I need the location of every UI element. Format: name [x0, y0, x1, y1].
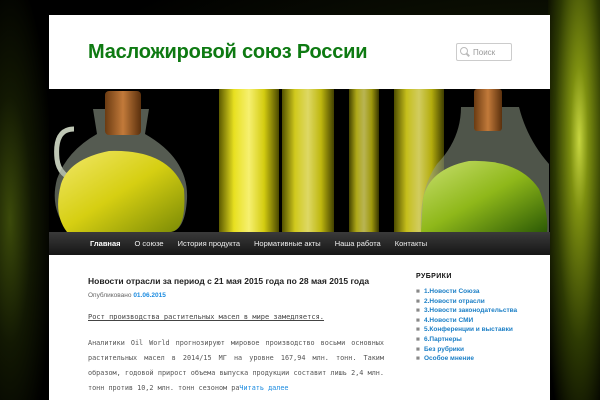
category-item[interactable]: ■ 4.Новости СМИ	[416, 316, 536, 326]
category-item[interactable]: ■ Особое мнение	[416, 354, 536, 364]
site-title[interactable]: Масложировой союз России	[88, 41, 368, 64]
bullet-icon: ■	[416, 335, 420, 343]
search-input[interactable]: Поиск	[456, 43, 512, 61]
category-label[interactable]: 5.Конференции и выставки	[424, 325, 513, 335]
category-label[interactable]: Особое мнение	[424, 354, 474, 364]
category-label[interactable]: 4.Новости СМИ	[424, 316, 473, 326]
category-item[interactable]: ■ Без рубрики	[416, 345, 536, 355]
category-item[interactable]: ■ 5.Конференции и выставки	[416, 325, 536, 335]
bullet-icon: ■	[416, 355, 420, 363]
category-label[interactable]: 3.Новости законодательства	[424, 306, 517, 316]
article-date[interactable]: 01.06.2015	[133, 292, 166, 299]
page-container: Масложировой союз России Поиск Главная О…	[49, 15, 550, 400]
article-body-text: Аналитики Oil World прогнозируют мировое…	[88, 339, 384, 392]
nav-item-history[interactable]: История продукта	[171, 232, 247, 255]
category-label[interactable]: Без рубрики	[424, 345, 464, 355]
read-more-link[interactable]: Читать далее	[239, 384, 288, 392]
header-image	[49, 89, 550, 232]
nav-item-regulations[interactable]: Нормативные акты	[247, 232, 328, 255]
category-label[interactable]: 1.Новости Союза	[424, 287, 479, 297]
article-lead: Рост производства растительных масел в м…	[88, 313, 325, 321]
background-left	[0, 0, 49, 400]
article-meta: Опубликовано 01.06.2015	[88, 292, 384, 299]
meta-prefix: Опубликовано	[88, 292, 132, 299]
category-label[interactable]: 6.Партнеры	[424, 335, 462, 345]
search-icon	[460, 47, 470, 57]
nav-item-home[interactable]: Главная	[83, 232, 128, 255]
background-right	[548, 0, 600, 400]
category-item[interactable]: ■ 6.Партнеры	[416, 335, 536, 345]
bullet-icon: ■	[416, 326, 420, 334]
bullet-icon: ■	[416, 345, 420, 353]
category-item[interactable]: ■ 3.Новости законодательства	[416, 306, 536, 316]
oil-bottles-illustration	[49, 89, 550, 232]
article-title[interactable]: Новости отрасли за период с 21 мая 2015 …	[88, 273, 384, 289]
bullet-icon: ■	[416, 288, 420, 295]
article-body: Аналитики Oil World прогнозируют мировое…	[88, 336, 384, 396]
category-item[interactable]: ■ 1.Новости Союза	[416, 287, 536, 297]
bullet-icon: ■	[416, 297, 420, 305]
nav-item-contacts[interactable]: Контакты	[388, 232, 434, 255]
sidebar: РУБРИКИ ■ 1.Новости Союза ■ 2.Новости от…	[416, 273, 536, 364]
nav-item-about[interactable]: О союзе	[128, 232, 171, 255]
nav-item-our-work[interactable]: Наша работа	[328, 232, 388, 255]
widget-title: РУБРИКИ	[416, 273, 452, 280]
main-navigation: Главная О союзе История продукта Нормати…	[49, 232, 550, 255]
bullet-icon: ■	[416, 307, 420, 315]
category-item[interactable]: ■ 2.Новости отрасли	[416, 297, 536, 307]
search-placeholder: Поиск	[473, 47, 496, 57]
category-label[interactable]: 2.Новости отрасли	[424, 297, 485, 307]
bullet-icon: ■	[416, 316, 420, 324]
article: Новости отрасли за период с 21 мая 2015 …	[88, 273, 384, 396]
